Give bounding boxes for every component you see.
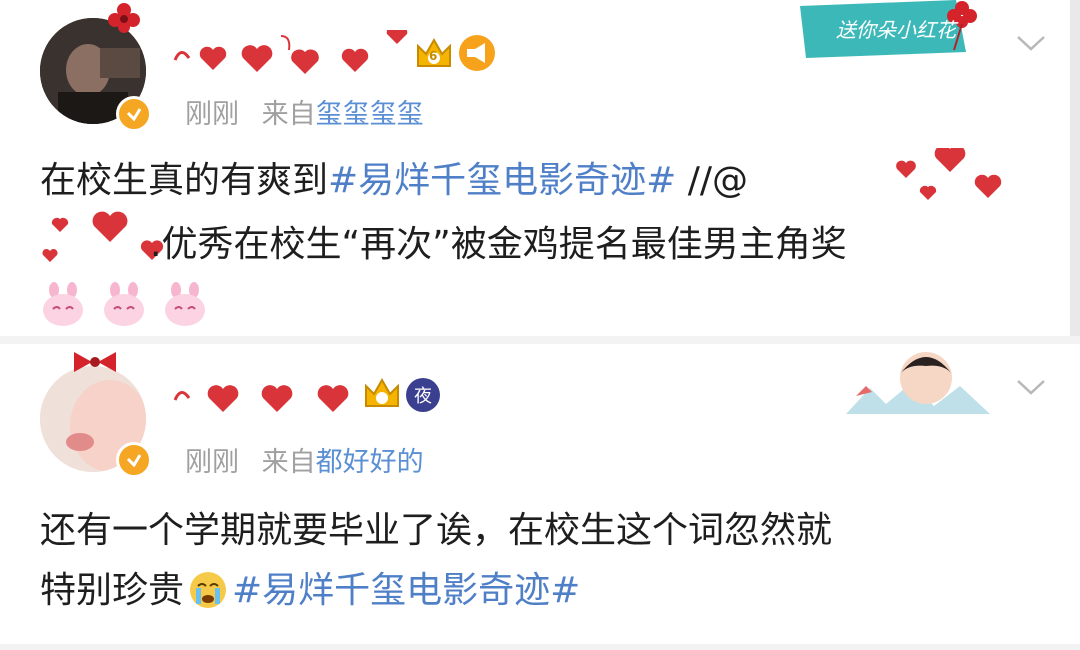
hashtag-link[interactable]: #易烊千玺电影奇迹#	[232, 570, 580, 611]
crying-emoji-icon	[190, 572, 227, 608]
weibo-post-1: 6 刚刚 来自玺玺玺玺 送你朵小红花 在校生真的有爽到#易烊千玺电影奇迹# //…	[0, 0, 1080, 336]
flower-card-text: 送你朵小红花	[836, 18, 956, 42]
post-body-line-1: 还有一个学期就要毕业了诶，在校生这个词忽然就	[40, 502, 832, 560]
red-bow-icon	[74, 352, 116, 372]
post-meta: 刚刚 来自玺玺玺玺	[185, 92, 424, 131]
via-label: 来自	[261, 99, 316, 130]
post-body-line-2: 特别珍贵 #易烊千玺电影奇迹#	[40, 562, 580, 620]
red-flower-icon	[108, 3, 140, 33]
portrait-card-decoration	[840, 344, 1000, 420]
body-text: 特别珍贵	[40, 570, 185, 611]
flower-card-decoration: 送你朵小红花	[796, 0, 1006, 58]
post-body-line-2: .优秀在校生“再次”被金鸡提名最佳男主角奖	[150, 216, 847, 274]
crown-icon	[362, 376, 402, 412]
mention-prefix: //@	[676, 160, 749, 201]
night-badge-text: 夜	[414, 386, 432, 407]
body-text: .优秀在校生“再次”被金鸡提名最佳男主角奖	[150, 224, 847, 265]
heart-sticker-row	[173, 385, 349, 412]
hashtag-link[interactable]: #易烊千玺电影奇迹#	[328, 160, 676, 201]
post-body-line-1: 在校生真的有爽到#易烊千玺电影奇迹# //@	[40, 152, 748, 210]
post-meta: 刚刚 来自都好好的	[185, 440, 424, 479]
bunny-emoji-icon	[165, 282, 206, 326]
weibo-post-2: 夜 刚刚 来自都好好的 还有一个学期就要毕业了诶，在校生这个词忽然就 特别珍贵 #…	[0, 344, 1080, 644]
bunny-emoji-icon	[104, 282, 145, 326]
mention-heart-sticker	[896, 148, 1002, 200]
chevron-down-icon[interactable]	[1016, 378, 1046, 396]
crown-level: 6	[429, 49, 438, 63]
body-text: 在校生真的有爽到	[40, 160, 329, 201]
verified-badge-icon	[116, 442, 152, 478]
night-badge-icon: 夜	[406, 378, 440, 412]
post-time: 刚刚	[185, 447, 239, 478]
post-source[interactable]: 都好好的	[316, 447, 424, 478]
crown-icon: 6	[414, 36, 454, 72]
post-source[interactable]: 玺玺玺玺	[316, 99, 424, 130]
chevron-down-icon[interactable]	[1016, 34, 1046, 52]
scrollbar[interactable]	[1070, 0, 1080, 336]
verified-badge-icon	[116, 96, 152, 132]
post-time: 刚刚	[185, 99, 239, 130]
body-text: 还有一个学期就要毕业了诶，在校生这个词忽然就	[40, 510, 833, 551]
via-label: 来自	[261, 447, 316, 478]
bunny-emoji-icon	[43, 282, 83, 326]
bunny-emoji-row	[40, 282, 218, 332]
username-decorated[interactable]	[165, 370, 365, 420]
megaphone-icon	[458, 34, 496, 72]
